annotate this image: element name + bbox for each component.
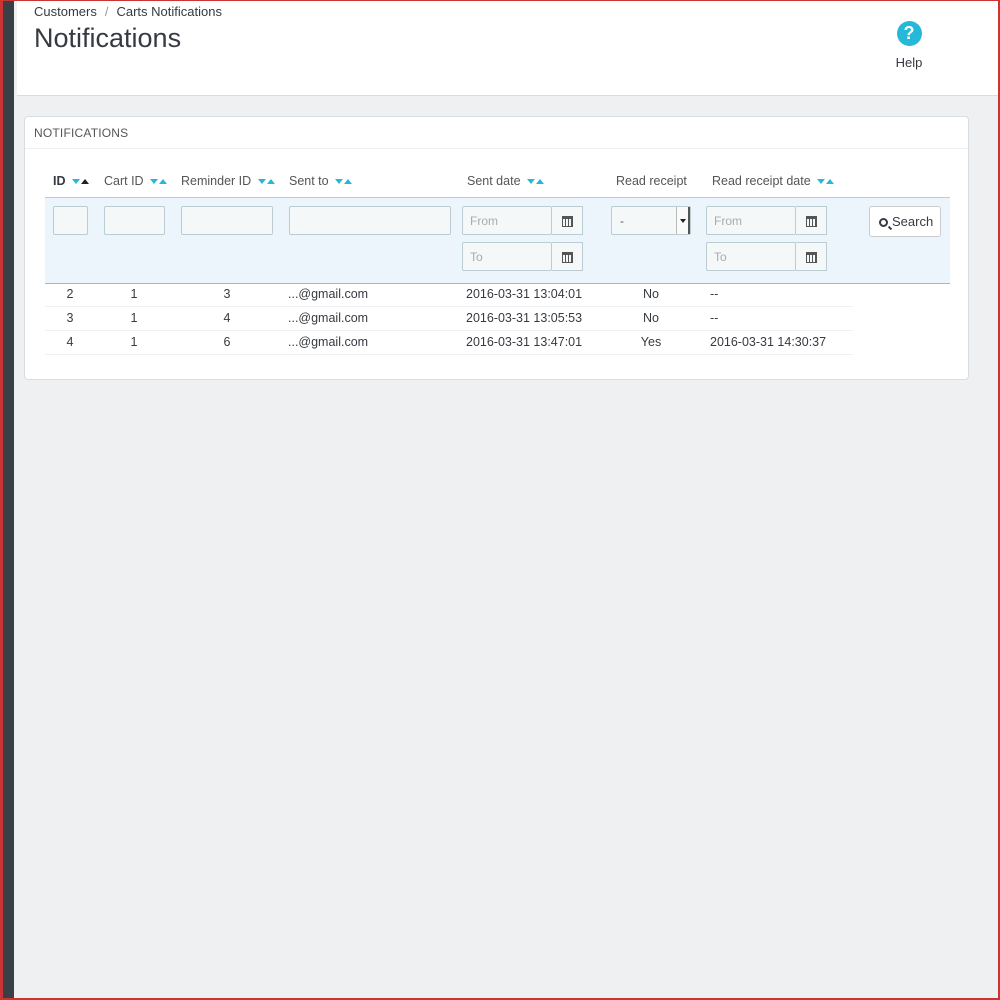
cell-read-receipt: No — [643, 287, 659, 301]
select-value: - — [620, 214, 624, 228]
column-label-sent-date: Sent date — [467, 174, 521, 188]
calendar-button[interactable] — [552, 206, 583, 235]
column-header-id: ID — [53, 174, 90, 188]
calendar-icon — [561, 216, 573, 227]
cell-cart-id: 1 — [130, 335, 138, 349]
calendar-icon — [805, 252, 817, 263]
filter-cart-id-input[interactable] — [104, 206, 165, 235]
cell-reminder-id: 3 — [223, 287, 231, 301]
cell-id: 2 — [66, 287, 74, 301]
calendar-button[interactable] — [552, 242, 583, 271]
calendar-button[interactable] — [796, 242, 827, 271]
calendar-icon — [561, 252, 573, 263]
column-label-reminder-id: Reminder ID — [181, 174, 252, 188]
cell-reminder-id: 4 — [223, 311, 231, 325]
calendar-icon — [805, 216, 817, 227]
sort-desc-icon[interactable] — [527, 179, 535, 185]
filter-read-receipt-select[interactable]: - — [611, 206, 691, 235]
sort-asc-icon[interactable] — [536, 179, 544, 185]
cell-sent-to: ...@gmail.com — [288, 287, 369, 301]
chevron-down-icon — [676, 207, 690, 234]
column-label-cart-id: Cart ID — [104, 174, 144, 188]
sort-controls — [150, 179, 168, 185]
cell-sent-date: 2016-03-31 13:04:01 — [466, 287, 583, 301]
sort-asc-icon[interactable] — [344, 179, 353, 185]
sort-controls — [527, 179, 545, 185]
cell-read-receipt-date: -- — [710, 311, 719, 325]
cell-read-receipt-date: -- — [710, 287, 719, 301]
column-header-sent-to: Sent to — [289, 174, 353, 188]
table-row[interactable]: 3 1 4 ...@gmail.com 2016-03-31 13:05:53 … — [45, 306, 853, 331]
search-button[interactable]: Search — [869, 206, 941, 237]
breadcrumb: Customers / Carts Notifications — [34, 4, 222, 19]
cell-sent-to: ...@gmail.com — [288, 311, 369, 325]
filter-reminder-id-input[interactable] — [181, 206, 273, 235]
sort-desc-icon[interactable] — [335, 179, 344, 185]
cell-id: 4 — [66, 335, 74, 349]
cell-sent-date: 2016-03-31 13:05:53 — [466, 311, 583, 325]
sort-asc-icon[interactable] — [80, 179, 89, 185]
column-header-read-receipt-date: Read receipt date — [712, 174, 835, 188]
question-circle-icon: ? — [896, 21, 922, 46]
sort-desc-icon[interactable] — [257, 179, 266, 185]
sidebar-edge — [3, 0, 14, 1000]
sort-asc-icon[interactable] — [266, 179, 275, 185]
breadcrumb-carts-notifications[interactable]: Carts Notifications — [116, 4, 221, 19]
cell-sent-to: ...@gmail.com — [288, 335, 369, 349]
cell-sent-date: 2016-03-31 13:47:01 — [466, 335, 583, 349]
cell-id: 3 — [66, 311, 74, 325]
search-button-label: Search — [892, 214, 934, 229]
cell-read-receipt: No — [643, 311, 659, 325]
filter-sent-date-from-input[interactable]: From — [462, 206, 552, 235]
help-button[interactable]: ? Help — [885, 21, 933, 70]
help-label: Help — [895, 55, 923, 70]
filter-read-receipt-date-from-input[interactable]: From — [706, 206, 796, 235]
column-header-cart-id: Cart ID — [104, 174, 168, 188]
column-label-sent-to: Sent to — [289, 174, 329, 188]
cell-reminder-id: 6 — [223, 335, 231, 349]
cell-cart-id: 1 — [130, 287, 138, 301]
cell-read-receipt-date: 2016-03-31 14:30:37 — [710, 335, 827, 349]
breadcrumb-separator: / — [104, 4, 109, 19]
column-header-sent-date: Sent date — [467, 174, 545, 188]
column-label-read-receipt-date: Read receipt date — [712, 174, 811, 188]
cell-read-receipt: Yes — [640, 335, 662, 349]
notifications-panel: Notifications ID Cart ID Reminder ID Sen… — [24, 116, 969, 380]
filter-read-receipt-date-to-input[interactable]: To — [706, 242, 796, 271]
cell-cart-id: 1 — [130, 311, 138, 325]
filter-sent-to-input[interactable] — [289, 206, 451, 235]
table-row[interactable]: 4 1 6 ...@gmail.com 2016-03-31 13:47:01 … — [45, 330, 853, 355]
column-label-read-receipt: Read receipt — [616, 174, 687, 188]
filter-sent-date-to-input[interactable]: To — [462, 242, 552, 271]
calendar-button[interactable] — [796, 206, 827, 235]
filter-id-input[interactable] — [53, 206, 88, 235]
panel-heading: Notifications — [25, 117, 968, 149]
sort-controls — [817, 179, 835, 185]
sort-desc-icon[interactable] — [817, 179, 826, 185]
page-title: Notifications — [34, 23, 182, 53]
column-header-read-receipt: Read receipt — [616, 174, 687, 188]
sort-desc-icon[interactable] — [150, 179, 159, 185]
table-row[interactable]: 2 1 3 ...@gmail.com 2016-03-31 13:04:01 … — [45, 282, 853, 307]
sort-desc-icon[interactable] — [71, 179, 80, 185]
sort-asc-icon[interactable] — [159, 179, 168, 185]
sort-controls — [335, 179, 353, 185]
page-header: Customers / Carts Notifications Notificati… — [17, 1, 998, 96]
sort-controls — [71, 179, 90, 185]
sort-asc-icon[interactable] — [826, 179, 835, 185]
column-label-id: ID — [53, 174, 66, 188]
sort-controls — [257, 179, 276, 185]
breadcrumb-customers[interactable]: Customers — [34, 4, 97, 19]
search-icon — [879, 218, 888, 227]
column-header-reminder-id: Reminder ID — [181, 174, 276, 188]
